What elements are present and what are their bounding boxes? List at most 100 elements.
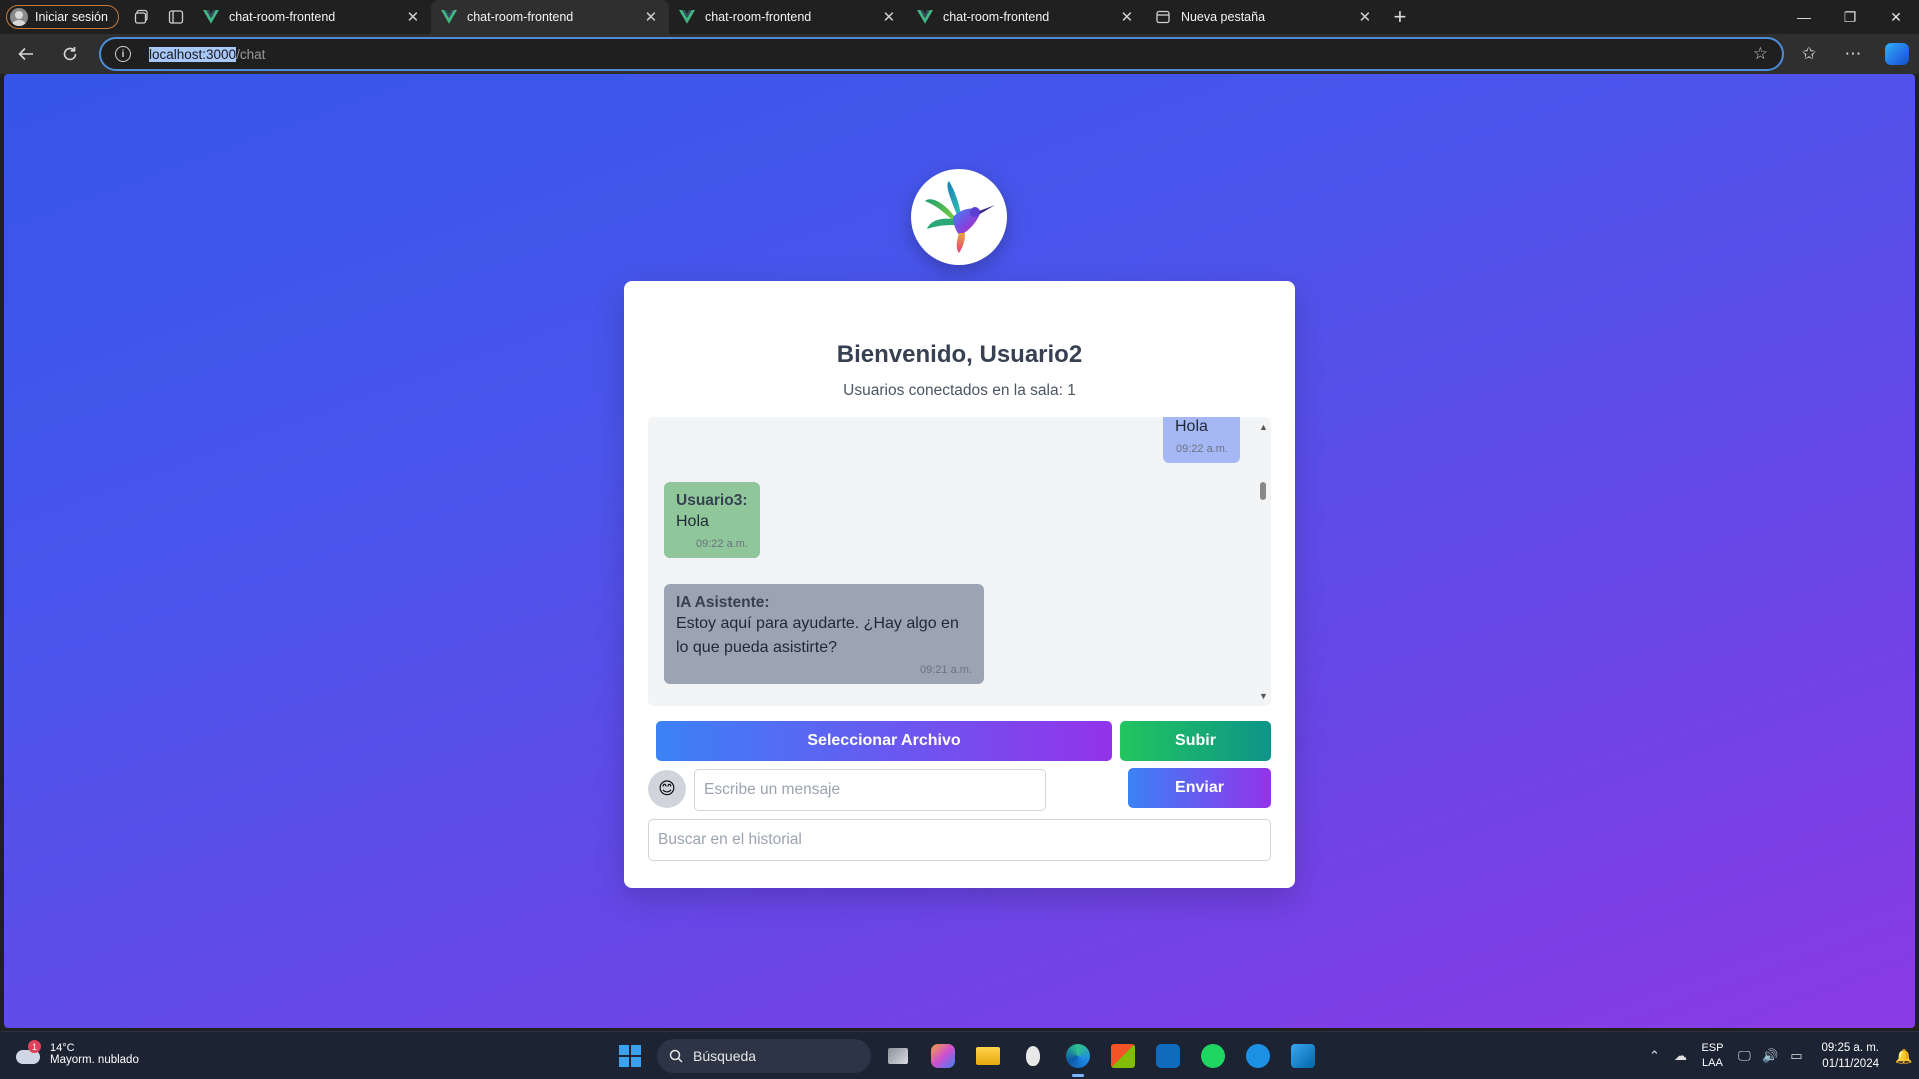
tab-close-icon[interactable]: ✕ <box>1119 8 1135 26</box>
scroll-down-arrow-icon[interactable]: ▼ <box>1259 691 1268 701</box>
browser-tab[interactable]: Nueva pestaña ✕ <box>1145 0 1383 34</box>
address-bar[interactable]: i localhost:3000/chat ☆ <box>99 37 1784 71</box>
profile-label: Iniciar sesión <box>35 10 108 24</box>
docker-icon[interactable] <box>1240 1038 1276 1074</box>
chevron-up-icon[interactable]: ⌃ <box>1641 1048 1667 1064</box>
weather-widget[interactable]: 1 14°C Mayorm. nublado <box>14 1040 139 1068</box>
lang-top: ESP <box>1701 1042 1724 1054</box>
tab-close-icon[interactable]: ✕ <box>881 8 897 26</box>
favorite-star-icon[interactable]: ☆ <box>1753 44 1768 64</box>
browser-tab-bar: Iniciar sesión chat-room-frontend ✕ chat… <box>0 0 1919 34</box>
send-button[interactable]: Enviar <box>1128 768 1271 808</box>
browser-tab[interactable]: chat-room-frontend ✕ <box>669 0 907 34</box>
weather-desc: Mayorm. nublado <box>50 1054 139 1066</box>
notification-bell-icon[interactable]: 🔔 <box>1889 1048 1919 1065</box>
message-bubble-own: Hola 09:22 a.m. <box>1163 417 1240 463</box>
browser-tab-active[interactable]: chat-room-frontend ✕ <box>430 0 669 34</box>
start-windows-icon[interactable] <box>612 1038 648 1074</box>
upload-button[interactable]: Subir <box>1120 721 1271 761</box>
close-window-icon[interactable]: ✕ <box>1873 0 1919 34</box>
scroll-up-arrow-icon[interactable]: ▲ <box>1259 422 1268 432</box>
toolbar-right: ✩ ⋯ <box>1787 34 1919 74</box>
emoji-picker-button[interactable]: 😊 <box>648 770 686 808</box>
file-explorer-icon[interactable] <box>970 1038 1006 1074</box>
vue-favicon-icon <box>916 10 933 24</box>
weather-temp: 14°C <box>50 1042 75 1054</box>
message-text: Estoy aquí para ayudarte. ¿Hay algo en l… <box>676 615 959 656</box>
taskbar-apps: Búsqueda <box>612 1038 1321 1077</box>
alien-app-icon[interactable] <box>1015 1038 1051 1074</box>
task-view-icon[interactable] <box>880 1038 916 1074</box>
chat-scrollbar[interactable]: ▲ ▼ <box>1255 417 1271 706</box>
browser-tab[interactable]: chat-room-frontend ✕ <box>907 0 1145 34</box>
profile-avatar-icon <box>10 8 28 26</box>
tab-close-icon[interactable]: ✕ <box>1357 8 1373 26</box>
tab-actions-icon[interactable] <box>159 0 193 34</box>
message-bubble: Usuario3: Hola 09:22 a.m. <box>664 482 760 558</box>
outlook-icon[interactable] <box>1150 1038 1186 1074</box>
copilot-icon[interactable] <box>1875 34 1919 74</box>
message-author: IA Asistente: <box>676 594 770 611</box>
tab-title: Nueva pestaña <box>1180 10 1266 24</box>
battery-icon[interactable]: ▭ <box>1783 1048 1809 1064</box>
history-search-input[interactable] <box>648 819 1271 861</box>
vscode-icon[interactable] <box>1285 1038 1321 1074</box>
onedrive-cloud-icon[interactable]: ☁ <box>1667 1048 1693 1064</box>
restore-icon[interactable]: ❐ <box>1827 0 1873 34</box>
select-file-button[interactable]: Seleccionar Archivo <box>656 721 1112 761</box>
connected-users-count: Usuarios conectados en la sala: 1 <box>843 382 1076 399</box>
message-input[interactable] <box>694 769 1046 811</box>
back-arrow-icon[interactable] <box>6 36 46 72</box>
system-tray: ⌃ ☁ ESP LAA 🖵 🔊 ▭ 09:25 a. m. 01/11/2024… <box>1641 1032 1919 1079</box>
url-path: /chat <box>236 46 266 62</box>
tab-close-icon[interactable]: ✕ <box>405 8 421 26</box>
browser-toolbar: i localhost:3000/chat ☆ ✩ ⋯ <box>0 34 1919 74</box>
window-controls: — ❐ ✕ <box>1781 0 1919 34</box>
reload-icon[interactable] <box>50 36 90 72</box>
page-title: Bienvenido, Usuario2 <box>836 341 1083 368</box>
network-icon[interactable]: 🖵 <box>1731 1048 1757 1064</box>
weather-badge: 1 <box>28 1040 41 1053</box>
edge-browser-icon[interactable] <box>1060 1038 1096 1077</box>
volume-icon[interactable]: 🔊 <box>1757 1048 1783 1064</box>
profile-button[interactable]: Iniciar sesión <box>6 5 119 29</box>
clock-time: 09:25 a. m. <box>1821 1042 1879 1054</box>
tab-title: chat-room-frontend <box>942 10 1050 24</box>
language-indicator[interactable]: ESP LAA <box>1701 1041 1723 1071</box>
message-list[interactable]: Hola 09:22 a.m. Usuario3: Hola 09:22 a.m… <box>648 417 1271 706</box>
new-tab-plus-icon[interactable]: + <box>1383 0 1417 34</box>
message-bubble-ai: IA Asistente: Estoy aquí para ayudarte. … <box>664 584 984 684</box>
tab-title: chat-room-frontend <box>228 10 336 24</box>
microsoft-store-icon[interactable] <box>1105 1038 1141 1074</box>
new-tab-page-icon <box>1156 10 1170 24</box>
cloud-weather-icon: 1 <box>14 1040 42 1068</box>
tab-title: chat-room-frontend <box>704 10 812 24</box>
message-text: Hola <box>1175 418 1208 435</box>
message-text: Hola <box>676 513 709 530</box>
lang-bottom: LAA <box>1702 1057 1723 1069</box>
vue-favicon-icon <box>678 10 695 24</box>
more-options-icon[interactable]: ⋯ <box>1831 34 1875 74</box>
chat-card: Bienvenido, Usuario2 Usuarios conectados… <box>624 281 1295 888</box>
message-time: 09:22 a.m. <box>696 538 748 550</box>
browser-tab[interactable]: chat-room-frontend ✕ <box>193 0 431 34</box>
favorites-icon[interactable]: ✩ <box>1787 34 1831 74</box>
clock-date: 01/11/2024 <box>1822 1058 1879 1070</box>
tab-close-icon[interactable]: ✕ <box>643 8 659 26</box>
taskbar-search[interactable]: Búsqueda <box>657 1039 871 1073</box>
search-label: Búsqueda <box>693 1048 757 1064</box>
message-time: 09:22 a.m. <box>1176 443 1228 455</box>
vue-favicon-icon <box>202 10 219 24</box>
site-info-icon[interactable]: i <box>115 46 131 62</box>
scroll-thumb[interactable] <box>1260 482 1266 500</box>
copilot-app-icon[interactable] <box>925 1038 961 1074</box>
workspaces-icon[interactable] <box>125 0 159 34</box>
spotify-icon[interactable] <box>1195 1038 1231 1074</box>
hummingbird-logo-icon <box>911 169 1007 265</box>
search-icon <box>669 1049 683 1063</box>
tab-title: chat-room-frontend <box>466 10 574 24</box>
clock[interactable]: 09:25 a. m. 01/11/2024 <box>1821 1040 1879 1072</box>
url-text[interactable]: localhost:3000/chat <box>149 46 266 62</box>
page-viewport: Bienvenido, Usuario2 Usuarios conectados… <box>4 74 1915 1028</box>
minimize-icon[interactable]: — <box>1781 0 1827 34</box>
